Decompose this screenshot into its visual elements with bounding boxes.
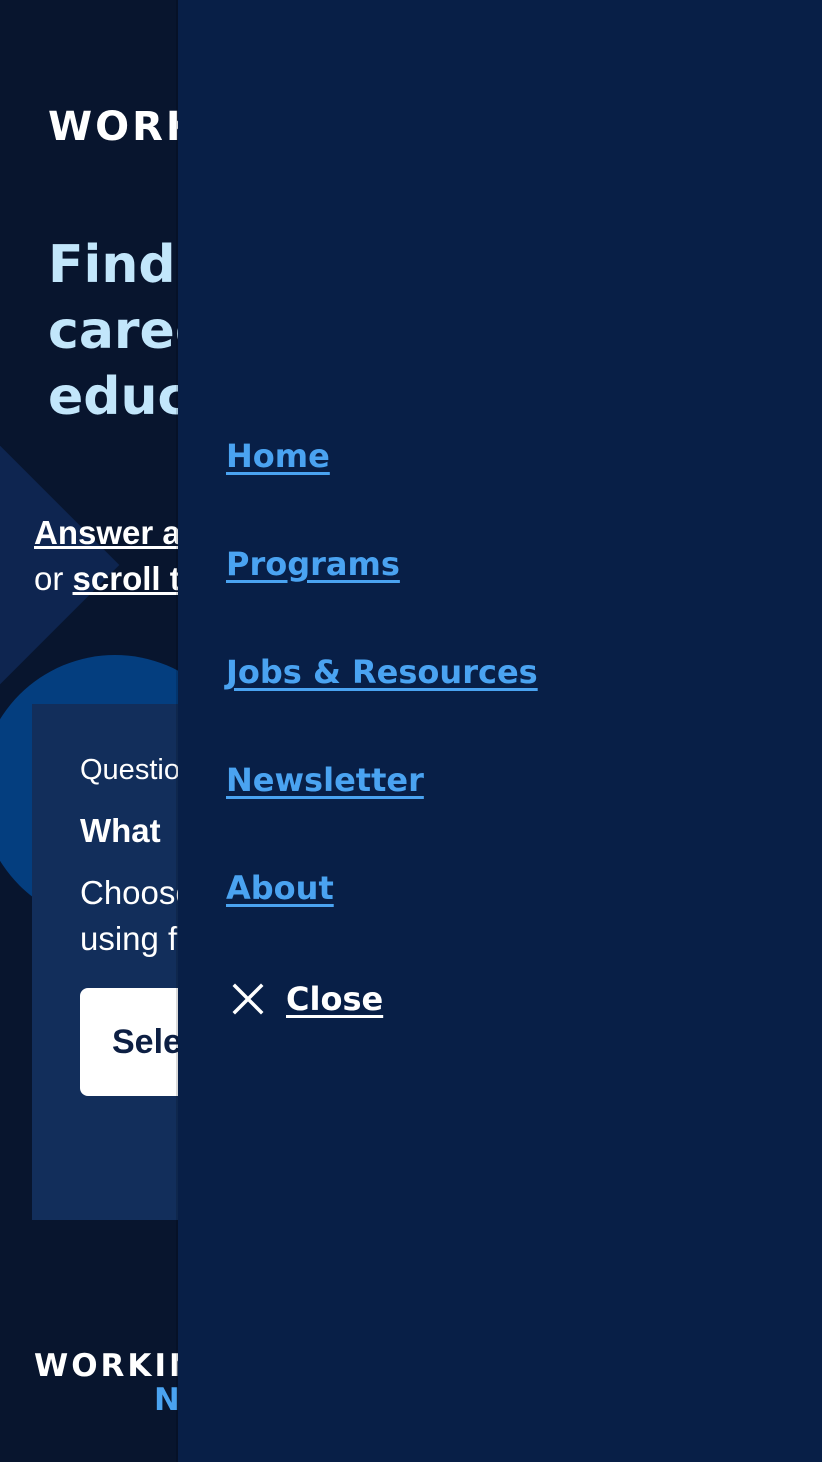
nav-link-programs[interactable]: Programs [226,542,400,586]
nav-item: Jobs & Resources [226,650,538,758]
answer-questions-link[interactable]: Answer a [34,514,181,551]
intro-or-text: or [34,560,73,597]
nav-link-jobs-resources[interactable]: Jobs & Resources [226,650,538,694]
question-description-line: using f [80,920,178,957]
nav-item: Programs [226,542,538,650]
question-description: Choose using f [80,870,194,962]
nav-link-newsletter[interactable]: Newsletter [226,758,424,802]
close-menu-button[interactable]: Close [232,980,383,1018]
close-label: Close [286,980,384,1018]
question-title: What [80,812,161,849]
nav-item: Newsletter [226,758,538,866]
question-description-line: Choose [80,874,194,911]
nav-link-about[interactable]: About [226,866,334,910]
nav-item: About [226,866,538,974]
intro-text: Answer a or scroll t [34,510,181,602]
close-icon [232,983,264,1015]
nav-link-home[interactable]: Home [226,434,330,478]
nav-item: Home [226,434,538,542]
nav-menu: Home Programs Jobs & Resources Newslette… [226,434,538,974]
nav-drawer: Home Programs Jobs & Resources Newslette… [178,0,822,1462]
scroll-link[interactable]: scroll t [73,560,181,597]
